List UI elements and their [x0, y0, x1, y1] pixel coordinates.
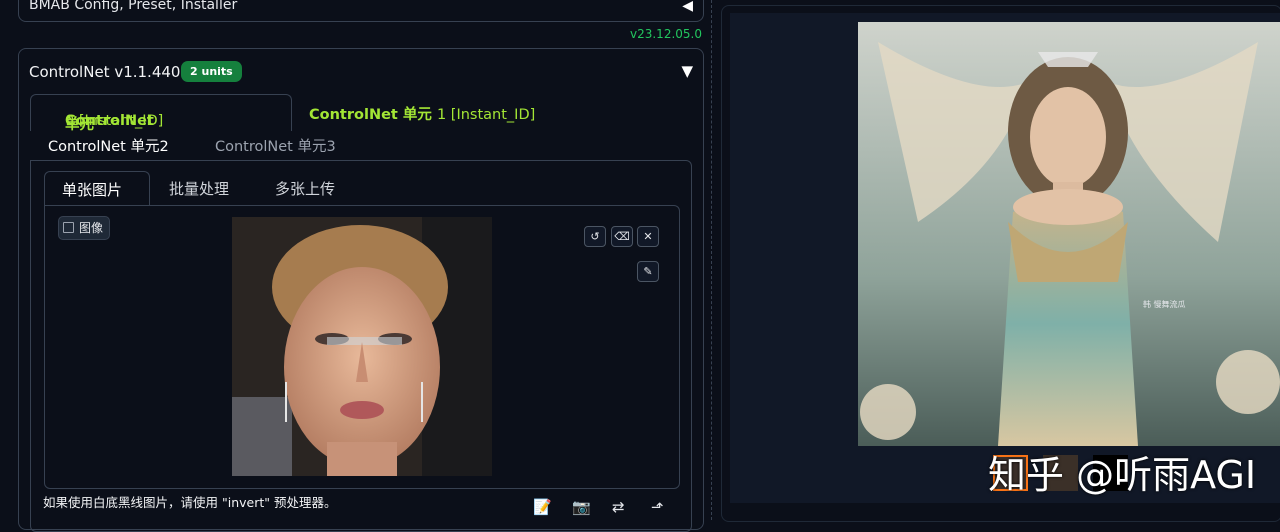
send-icon[interactable]: ⬏: [651, 498, 664, 516]
tab-controlnet-unit-3[interactable]: ControlNet 单元3: [215, 135, 336, 156]
image-label-text: 图像: [79, 221, 104, 235]
collapse-triangle-icon[interactable]: ▼: [681, 62, 693, 80]
invert-hint: 如果使用白底黑线图片，请使用 "invert" 预处理器。: [43, 495, 337, 510]
image-upload-area[interactable]: 图像 ↺ ⌫ ✕ ✎: [44, 205, 680, 489]
unit-1-suffix: 1 [Instant_ID]: [436, 107, 536, 123]
unit-body: 单张图片 批量处理 多张上传 图像 ↺ ⌫ ✕ ✎: [30, 160, 692, 532]
tab-controlnet-unit-1[interactable]: ControlNet 单元 1 [Instant_ID]: [309, 103, 535, 124]
watermark: 知乎 @听雨AGI: [988, 453, 1257, 497]
tab-single-image-label: 单张图片: [62, 181, 123, 199]
image-signature: 韩 慢舞流瓜: [1143, 300, 1186, 309]
generated-image[interactable]: [858, 22, 1280, 446]
edit-icon[interactable]: 📝: [533, 498, 552, 516]
tab-controlnet-unit-0[interactable]: ControlNet 单元 0 [Instant_ID]: [30, 94, 292, 133]
tab-multi-upload[interactable]: 多张上传: [275, 178, 335, 199]
undo-icon[interactable]: ↺: [584, 226, 606, 247]
units-badge: 2 units: [181, 61, 242, 82]
tab-single-image[interactable]: 单张图片: [44, 171, 150, 206]
eraser-icon[interactable]: ⌫: [611, 226, 633, 247]
controlnet-panel: ControlNet v1.1.440 2 units ▼ ControlNet…: [18, 48, 704, 532]
column-divider[interactable]: [711, 0, 713, 520]
camera-icon[interactable]: 📷: [572, 498, 591, 516]
tab-controlnet-unit-2[interactable]: ControlNet 单元2: [48, 135, 169, 156]
gallery-preview: [730, 13, 1280, 503]
unit-0-suffix: 0 [Instant_ID]: [65, 113, 164, 129]
bmab-title: BMAB Config, Preset, Installer: [29, 0, 238, 13]
image-icon: [63, 222, 74, 233]
brush-icon[interactable]: ✎: [637, 261, 659, 282]
version-label: v23.12.05.0: [630, 27, 702, 41]
tab-batch[interactable]: 批量处理: [169, 178, 229, 199]
swap-icon[interactable]: ⇄: [612, 498, 625, 516]
image-label: 图像: [58, 216, 111, 240]
collapse-triangle-icon[interactable]: ◀: [682, 0, 693, 14]
unit-1-zh: 单元: [402, 107, 432, 123]
controlnet-header[interactable]: ControlNet v1.1.440: [29, 63, 180, 81]
uploaded-face-image: [232, 217, 492, 476]
close-icon[interactable]: ✕: [637, 226, 659, 247]
unit-1-prefix: ControlNet: [309, 107, 403, 123]
bmab-accordion[interactable]: BMAB Config, Preset, Installer ◀: [18, 0, 704, 22]
